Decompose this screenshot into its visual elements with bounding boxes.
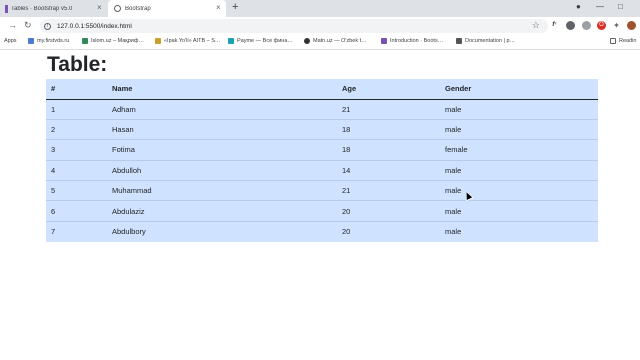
extension-f-icon[interactable]: f⁷ [550,21,559,30]
reading-list-label: Readin [619,38,637,44]
info-icon[interactable]: i [44,22,51,30]
maximize-button[interactable]: □ [618,2,623,11]
bookmarks-bar: Apps my.firstvds.ru Islom.uz – Мақриф… «… [0,35,640,50]
browser-toolbar: → ↻ i 127.0.0.1:5500/index.html ☆ f⁷ O ✦ [0,17,640,35]
reading-list[interactable]: Readin [610,38,636,44]
apps-label: Apps [4,38,17,44]
table-header-row: # Name Age Gender [46,79,598,100]
cell-age: 20 [342,227,351,237]
bookmark-favicon-icon [228,38,234,44]
bookmark-favicon-icon [304,38,310,44]
forward-icon[interactable]: → [8,20,17,30]
header-index: # [46,79,107,100]
tab-tables-bootstrap[interactable]: Tables · Bootstrap v5.0 × [0,0,106,17]
bookmark-item[interactable]: Payme — Все фина… [228,38,293,44]
table-row: 7 Abdulbory 20 male [46,221,598,241]
bookmark-label: Documentation | p… [465,38,516,44]
cell-index: 1 [46,99,107,120]
tab-bootstrap-active[interactable]: Bootstrap × [108,0,226,17]
cell-index: 5 [46,180,107,202]
reload-icon[interactable]: ↻ [24,20,32,31]
minimize-button[interactable]: — [596,2,604,11]
cell-gender: male [440,99,598,120]
bookmark-item[interactable]: «Ipak Yo'li» AITB – S… [155,38,220,44]
bookmark-item[interactable]: Islom.uz – Мақриф… [82,38,144,44]
tab-title: Bootstrap [125,5,151,12]
bookmark-apps[interactable]: Apps [4,38,17,44]
people-table: # Name Age Gender 1 Adham 21 male 2 Hasa… [46,79,598,242]
cell-name: Abdulaziz [107,200,337,222]
table-row: 3 Fotima 18 female [46,139,598,161]
reading-list-icon [610,38,616,44]
bookmark-favicon-icon [28,38,34,44]
cell-age: 20 [337,200,440,222]
url-text: 127.0.0.1:5500/index.html [57,22,132,30]
bookmark-label: Introduction · Boots… [390,38,444,44]
cell-age: 21 [337,180,440,202]
cell-age: 14 [337,160,440,182]
cell-gender: male [440,180,598,202]
bookmark-favicon-icon [155,38,161,44]
cell-gender: male [440,160,598,182]
cell-index: 3 [46,139,107,161]
cell-gender: male [445,227,462,237]
new-tab-button[interactable]: + [232,1,238,13]
bootstrap-favicon-icon [5,4,8,13]
address-bar[interactable]: i 127.0.0.1:5500/index.html ☆ [40,19,548,33]
close-icon[interactable]: × [216,3,221,12]
star-icon[interactable]: ☆ [532,20,540,31]
cell-name: Abdulbory [112,227,146,237]
bookmark-item[interactable]: Documentation | p… [456,38,515,44]
table-row: 1 Adham 21 male [46,99,598,120]
tab-strip: Tables · Bootstrap v5.0 × Bootstrap × + … [0,0,640,17]
bookmark-label: «Ipak Yo'li» AITB – S… [164,38,221,44]
cell-index: 4 [46,160,107,182]
bookmark-label: Matn.uz — O'zbek t… [313,38,367,44]
globe-icon [114,5,121,12]
table-row: 4 Abdulloh 14 male [46,160,598,182]
cell-gender: female [440,139,598,161]
extension-camera-icon[interactable] [582,21,591,30]
table-row: 5 Muhammad 21 male [46,180,598,202]
cell-name: Abdulloh [107,160,337,182]
page-title: Table: [47,53,108,76]
cell-index: 6 [46,200,107,222]
bookmark-label: Payme — Все фина… [237,38,293,44]
close-icon[interactable]: × [97,3,102,12]
page-content: Table: # Name Age Gender 1 Adham 21 male… [0,51,640,360]
cell-gender: male [440,119,598,141]
bookmark-item[interactable]: Matn.uz — O'zbek t… [304,38,367,44]
avatar[interactable] [627,21,636,30]
bookmark-favicon-icon [381,38,387,44]
table-row: 6 Abdulaziz 20 male [46,200,598,222]
header-name: Name [107,79,337,100]
bookmark-favicon-icon [456,38,462,44]
table-row: 2 Hasan 18 male [46,119,598,141]
cell-name: Hasan [107,119,337,141]
cell-age: 21 [337,99,440,120]
record-icon[interactable]: ● [576,2,581,11]
bookmark-item[interactable]: my.firstvds.ru [28,38,69,44]
header-age: Age [337,79,440,100]
cell-index: 7 [51,227,56,237]
tab-title: Tables · Bootstrap v5.0 [11,5,73,12]
cell-name: Fotima [107,139,337,161]
cell-age: 18 [337,139,440,161]
opera-icon[interactable]: O [597,21,606,30]
bookmark-item[interactable]: Introduction · Boots… [381,38,443,44]
header-gender: Gender [440,79,598,100]
bookmark-label: my.firstvds.ru [37,38,70,44]
cell-name: Muhammad [107,180,337,202]
extension-globe-icon[interactable] [566,21,575,30]
puzzle-icon[interactable]: ✦ [612,21,621,30]
bookmark-favicon-icon [82,38,88,44]
cell-age: 18 [337,119,440,141]
bookmark-label: Islom.uz – Мақриф… [91,38,144,44]
cell-name: Adham [107,99,337,120]
cell-index: 2 [46,119,107,141]
cell-gender: male [440,200,598,222]
